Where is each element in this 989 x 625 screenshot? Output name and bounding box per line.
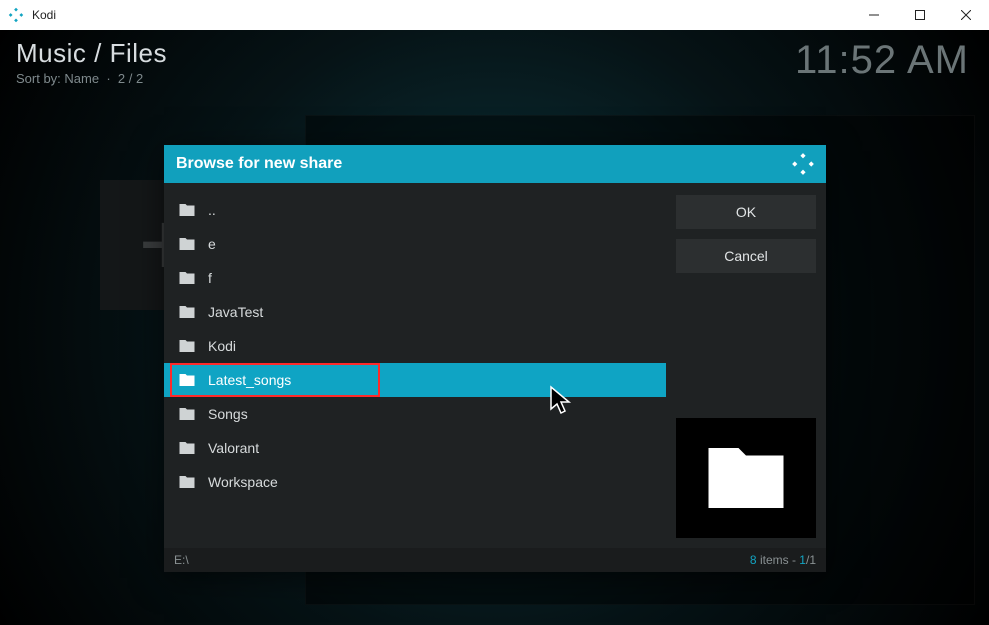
window-titlebar: Kodi (0, 0, 989, 30)
clock: 11:52 AM (795, 38, 969, 83)
kodi-app-icon (8, 7, 24, 23)
file-item[interactable]: f (164, 261, 666, 295)
ok-button[interactable]: OK (676, 195, 816, 229)
folder-icon (178, 303, 196, 321)
file-item-label: f (208, 270, 212, 286)
dialog-title: Browse for new share (176, 155, 342, 173)
folder-icon (178, 269, 196, 287)
file-item-label: Valorant (208, 440, 259, 456)
file-item[interactable]: Latest_songs (164, 363, 666, 397)
file-item[interactable]: Kodi (164, 329, 666, 363)
window-maximize-button[interactable] (897, 0, 943, 30)
file-item-label: JavaTest (208, 304, 263, 320)
kodi-logo-icon (792, 153, 814, 175)
dialog-footer: E:\ 8 items - 1/1 (164, 548, 826, 572)
window-close-button[interactable] (943, 0, 989, 30)
browse-share-dialog: Browse for new share .. e f JavaTest Kodi Lat… (164, 145, 826, 572)
file-item[interactable]: Songs (164, 397, 666, 431)
footer-path: E:\ (174, 553, 189, 567)
folder-icon (178, 405, 196, 423)
folder-icon (178, 473, 196, 491)
file-item[interactable]: Workspace (164, 465, 666, 499)
file-item[interactable]: e (164, 227, 666, 261)
file-item-label: Kodi (208, 338, 236, 354)
breadcrumb-main: Music / Files (16, 38, 167, 69)
breadcrumb: Music / Files Sort by: Name · 2 / 2 (16, 38, 167, 86)
folder-icon (178, 235, 196, 253)
file-item-label: Latest_songs (208, 372, 291, 388)
file-item[interactable]: JavaTest (164, 295, 666, 329)
file-item-label: e (208, 236, 216, 252)
window-title: Kodi (32, 8, 56, 22)
file-item-label: .. (208, 202, 216, 218)
folder-icon (178, 439, 196, 457)
kodi-viewport: Music / Files Sort by: Name · 2 / 2 11:5… (0, 30, 989, 625)
file-item-label: Songs (208, 406, 248, 422)
window-minimize-button[interactable] (851, 0, 897, 30)
cancel-button[interactable]: Cancel (676, 239, 816, 273)
dialog-header: Browse for new share (164, 145, 826, 183)
folder-icon (178, 201, 196, 219)
folder-preview (676, 418, 816, 538)
file-item[interactable]: .. (164, 193, 666, 227)
file-list: .. e f JavaTest Kodi Latest_songs Songs Valoran… (164, 183, 666, 548)
folder-icon (178, 371, 196, 389)
footer-count: 8 items - 1/1 (750, 553, 816, 567)
breadcrumb-sub: Sort by: Name · 2 / 2 (16, 71, 167, 86)
folder-icon (178, 337, 196, 355)
file-item-label: Workspace (208, 474, 278, 490)
file-item[interactable]: Valorant (164, 431, 666, 465)
